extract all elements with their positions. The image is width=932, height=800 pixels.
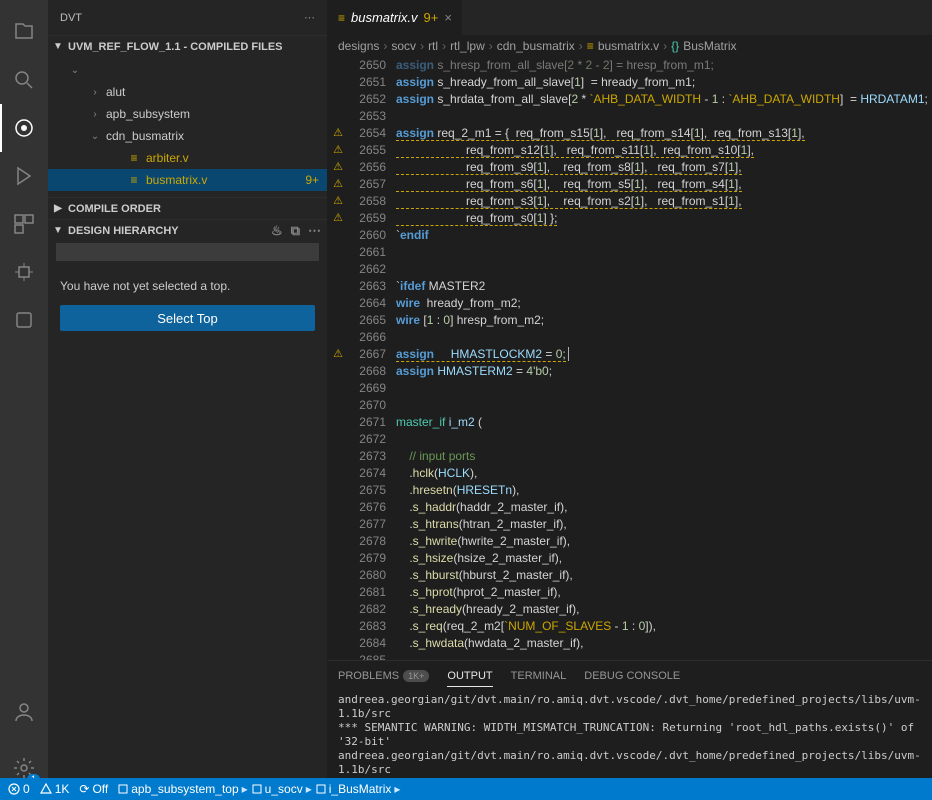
section-label: DESIGN HIERARCHY — [68, 225, 179, 237]
tab-badge: 9+ — [423, 10, 438, 25]
tree-file[interactable]: ≡arbiter.v — [48, 147, 327, 169]
tree-folder[interactable]: ›alut — [48, 81, 327, 103]
file-icon: ≡ — [338, 11, 345, 25]
sidebar-title-row: DVT ⋯ — [48, 0, 327, 35]
status-warnings[interactable]: 1K — [40, 782, 70, 796]
module-icon[interactable] — [0, 296, 48, 344]
status-off[interactable]: ⟳ Off — [79, 782, 108, 796]
file-tree: ⌄›alut›apb_subsystem⌄cdn_busmatrix≡arbit… — [48, 57, 327, 197]
main-area: ≡ busmatrix.v 9+ × designs›socv›rtl›rtl_… — [328, 0, 932, 800]
tree-folder[interactable]: ⌄cdn_busmatrix — [48, 125, 327, 147]
search-icon[interactable] — [0, 56, 48, 104]
explorer-icon[interactable] — [0, 8, 48, 56]
tab-problems[interactable]: PROBLEMS 1K+ — [338, 670, 429, 682]
section-label: COMPILE ORDER — [68, 203, 161, 215]
code-editor[interactable]: ⚠⚠⚠⚠⚠⚠⚠ 26502651265226532654265526562657… — [328, 57, 932, 660]
chip-icon[interactable] — [0, 248, 48, 296]
activity-bar: 1 — [0, 0, 48, 800]
tab-label: busmatrix.v — [351, 10, 417, 25]
panel-tabs: PROBLEMS 1K+ OUTPUT TERMINAL DEBUG CONSO… — [328, 661, 932, 691]
select-top-button[interactable]: Select Top — [60, 305, 315, 331]
status-hierarchy-path[interactable]: apb_subsystem_top ▸u_socv ▸i_BusMatrix ▸ — [118, 782, 400, 796]
breadcrumbs[interactable]: designs›socv›rtl›rtl_lpw›cdn_busmatrix›≡… — [328, 35, 932, 57]
sidebar-title: DVT — [60, 12, 82, 24]
tab-debug-console[interactable]: DEBUG CONSOLE — [584, 670, 680, 682]
extensions-icon[interactable] — [0, 200, 48, 248]
tab-output[interactable]: OUTPUT — [447, 670, 492, 687]
chevron-down-icon: ▼ — [52, 225, 64, 236]
status-bar: 0 1K ⟳ Off apb_subsystem_top ▸u_socv ▸i_… — [0, 778, 932, 800]
run-icon[interactable] — [0, 152, 48, 200]
problems-count: 1K+ — [403, 670, 429, 682]
overflow-icon[interactable]: ⋯ — [306, 223, 323, 239]
section-design-hierarchy[interactable]: ▼ DESIGN HIERARCHY ♨ ⧉ ⋯ — [48, 219, 327, 241]
account-icon[interactable] — [0, 688, 48, 736]
tab-busmatrix[interactable]: ≡ busmatrix.v 9+ × — [328, 0, 463, 35]
section-label: UVM_REF_FLOW_1.1 - COMPILED FILES — [68, 41, 283, 53]
sidebar: DVT ⋯ ▼ UVM_REF_FLOW_1.1 - COMPILED FILE… — [48, 0, 328, 800]
status-errors[interactable]: 0 — [8, 782, 30, 796]
section-compiled-files[interactable]: ▼ UVM_REF_FLOW_1.1 - COMPILED FILES — [48, 35, 327, 57]
tree-file[interactable]: ≡busmatrix.v9+ — [48, 169, 327, 191]
tree-folder[interactable]: ›apb_subsystem — [48, 103, 327, 125]
more-icon[interactable]: ⋯ — [304, 11, 315, 24]
tab-terminal[interactable]: TERMINAL — [511, 670, 567, 682]
chevron-right-icon: ▶ — [52, 203, 64, 214]
copy-icon[interactable]: ⧉ — [289, 223, 302, 239]
dvt-icon[interactable] — [0, 104, 48, 152]
editor-tabs: ≡ busmatrix.v 9+ × — [328, 0, 932, 35]
design-filter-input[interactable] — [56, 243, 319, 261]
section-compile-order[interactable]: ▶ COMPILE ORDER — [48, 197, 327, 219]
close-icon[interactable]: × — [444, 10, 452, 25]
no-top-message: You have not yet selected a top. — [48, 267, 327, 305]
hierarchy-icon[interactable]: ♨ — [269, 223, 285, 239]
tree-folder[interactable]: ⌄ — [48, 59, 327, 81]
chevron-down-icon: ▼ — [52, 41, 64, 52]
